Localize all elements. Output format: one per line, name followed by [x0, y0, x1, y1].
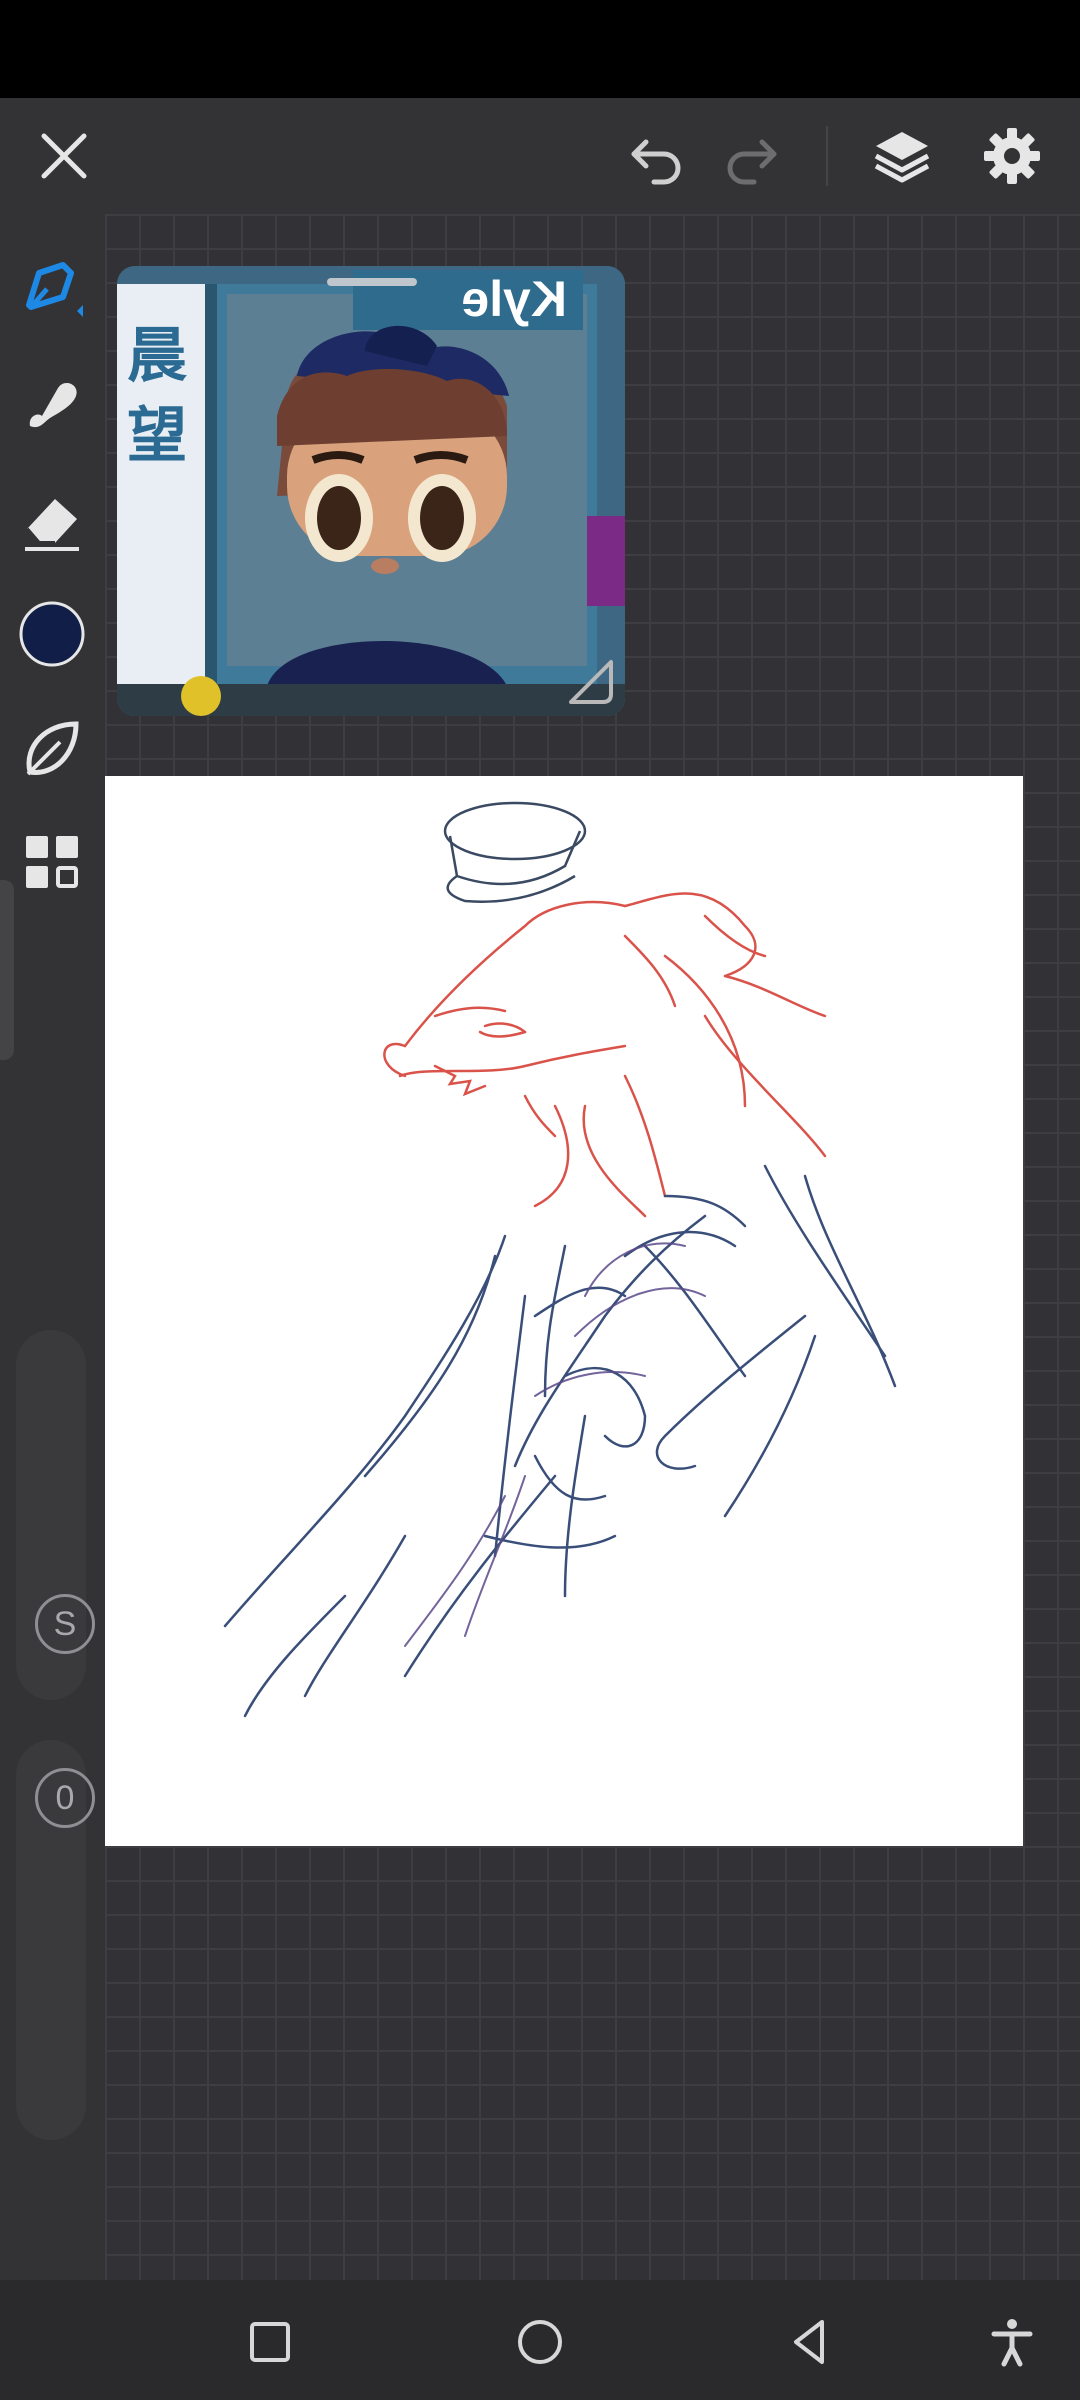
system-navigation-bar — [0, 2280, 1080, 2400]
toolbar-divider — [826, 126, 828, 186]
layers-icon — [874, 132, 930, 183]
reference-image-window[interactable]: 晨 望 Kyle — [117, 266, 625, 716]
reference-drag-handle[interactable] — [327, 278, 417, 286]
layers-button[interactable] — [862, 116, 942, 196]
svg-text:望: 望 — [127, 402, 187, 469]
redo-icon — [727, 139, 777, 185]
svg-text:Kyle: Kyle — [461, 271, 567, 327]
accessibility-icon — [991, 2319, 1033, 2367]
back-icon — [794, 2320, 824, 2364]
undo-icon — [631, 139, 681, 185]
undo-button[interactable] — [616, 116, 696, 196]
opacity-slider[interactable]: 0 — [16, 1740, 95, 2140]
resize-corner-icon[interactable] — [563, 654, 617, 708]
color-swatch — [19, 601, 85, 667]
home-button[interactable] — [500, 2302, 580, 2382]
home-icon — [518, 2320, 562, 2364]
redo-button[interactable] — [712, 116, 792, 196]
drawing-canvas[interactable] — [105, 776, 1023, 1846]
reference-image: 晨 望 Kyle — [117, 266, 625, 716]
brush-icon — [26, 262, 83, 317]
gear-icon — [984, 128, 1040, 184]
grid-menu-icon — [26, 836, 78, 888]
top-toolbar — [0, 98, 1080, 214]
color-picker-button[interactable] — [12, 594, 92, 674]
brush-library-button[interactable] — [12, 708, 92, 788]
leaf-brush-icon — [26, 721, 79, 776]
svg-text:晨: 晨 — [127, 322, 187, 389]
smudge-tool[interactable] — [12, 364, 92, 444]
settings-button[interactable] — [972, 116, 1052, 196]
accessibility-button[interactable] — [972, 2302, 1052, 2382]
side-panel-handle[interactable] — [0, 880, 14, 1060]
back-button[interactable] — [770, 2302, 850, 2382]
brush-size-slider[interactable]: S — [16, 1330, 95, 1700]
sketch-artwork — [223, 801, 897, 1718]
close-button[interactable] — [24, 116, 104, 196]
close-icon — [41, 133, 87, 179]
eraser-tool[interactable] — [12, 482, 92, 562]
eraser-icon — [25, 499, 79, 551]
smudge-icon — [29, 382, 77, 428]
status-bar — [0, 0, 1080, 98]
size-slider-label: S — [35, 1594, 95, 1654]
opacity-slider-label: 0 — [35, 1768, 95, 1828]
brush-tool[interactable] — [12, 250, 92, 330]
more-tools-button[interactable] — [12, 822, 92, 902]
recents-icon — [250, 2322, 290, 2362]
recents-button[interactable] — [230, 2302, 310, 2382]
